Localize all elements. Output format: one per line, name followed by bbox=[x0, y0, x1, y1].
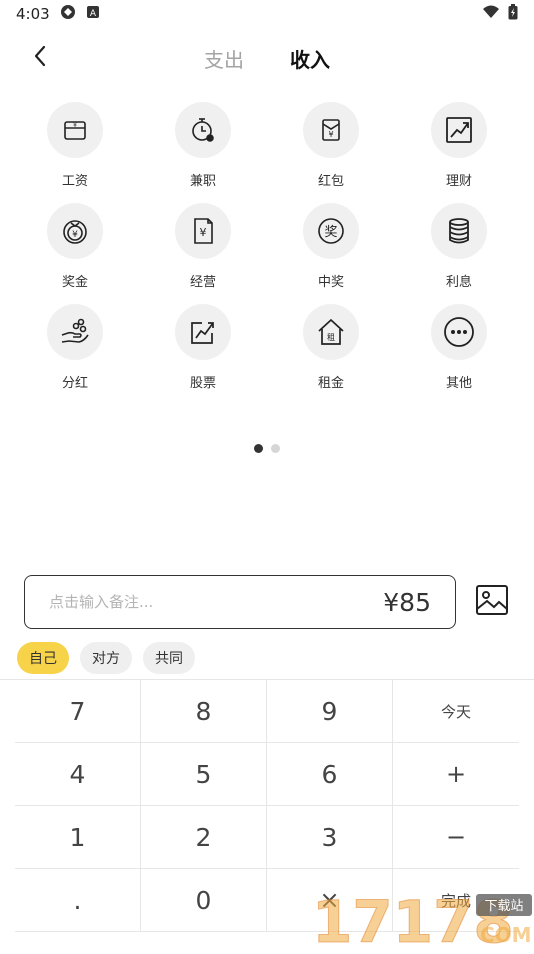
category-item-rent[interactable]: 租 租金 bbox=[267, 304, 395, 405]
coin-stack-icon bbox=[431, 203, 487, 259]
category-label: 兼职 bbox=[189, 174, 216, 189]
key-today[interactable]: 今天 bbox=[393, 680, 519, 743]
svg-text:¥: ¥ bbox=[73, 122, 77, 129]
key-minus[interactable]: − bbox=[393, 806, 519, 869]
key-3[interactable]: 3 bbox=[267, 806, 393, 869]
wallet-icon: ¥ bbox=[47, 102, 103, 158]
key-delete[interactable]: × bbox=[267, 869, 393, 932]
page-dot[interactable] bbox=[271, 444, 280, 453]
category-label: 其他 bbox=[445, 376, 472, 391]
key-4[interactable]: 4 bbox=[15, 743, 141, 806]
page-indicator bbox=[0, 444, 534, 453]
category-grid: ¥ 工资 兼职 ¥ 红包 理财 ¥ 奖金 ¥ 经营 奖 中奖 利息 分红 股票 … bbox=[11, 102, 523, 405]
category-label: 租金 bbox=[317, 376, 344, 391]
battery-icon bbox=[508, 4, 518, 24]
image-icon bbox=[475, 584, 509, 620]
category-label: 奖金 bbox=[61, 275, 88, 290]
category-item-dividend[interactable]: 分红 bbox=[11, 304, 139, 405]
key-5[interactable]: 5 bbox=[141, 743, 267, 806]
svg-text:¥: ¥ bbox=[200, 226, 207, 239]
key-done[interactable]: 完成 bbox=[393, 869, 519, 932]
note-amount-box: ¥85 bbox=[24, 575, 456, 629]
category-item-stocks[interactable]: 股票 bbox=[139, 304, 267, 405]
category-label: 经营 bbox=[189, 275, 216, 290]
key-8[interactable]: 8 bbox=[141, 680, 267, 743]
type-tabs: 支出 收入 bbox=[0, 44, 534, 73]
stopwatch-icon bbox=[175, 102, 231, 158]
a-badge-icon: A bbox=[86, 5, 100, 23]
payer-selector: 自己 对方 共同 bbox=[17, 642, 195, 674]
payer-chip-shared[interactable]: 共同 bbox=[143, 642, 195, 674]
more-dots-icon bbox=[431, 304, 487, 360]
amount-display: ¥85 bbox=[383, 587, 431, 617]
svg-text:A: A bbox=[90, 9, 97, 19]
house-rent-icon: 租 bbox=[303, 304, 359, 360]
key-plus[interactable]: + bbox=[393, 743, 519, 806]
status-time: 4:03 bbox=[16, 5, 50, 23]
key-2[interactable]: 2 bbox=[141, 806, 267, 869]
trend-up-icon bbox=[431, 102, 487, 158]
header: 支出 收入 bbox=[0, 36, 534, 80]
page-dot-active[interactable] bbox=[254, 444, 263, 453]
category-label: 分红 bbox=[61, 376, 88, 391]
key-9[interactable]: 9 bbox=[267, 680, 393, 743]
hand-coins-icon bbox=[47, 304, 103, 360]
note-input[interactable] bbox=[49, 593, 309, 611]
receipt-icon: ¥ bbox=[175, 203, 231, 259]
category-label: 中奖 bbox=[317, 275, 344, 290]
key-1[interactable]: 1 bbox=[15, 806, 141, 869]
category-item-other[interactable]: 其他 bbox=[395, 304, 523, 405]
key-6[interactable]: 6 bbox=[267, 743, 393, 806]
payer-chip-self[interactable]: 自己 bbox=[17, 642, 69, 674]
number-keypad: 7 8 9 今天 4 5 6 + 1 2 3 − . 0 × 完成 bbox=[0, 679, 534, 950]
category-item-finance[interactable]: 理财 bbox=[395, 102, 523, 203]
category-label: 利息 bbox=[445, 275, 472, 290]
wifi-icon bbox=[482, 5, 500, 23]
payer-chip-other[interactable]: 对方 bbox=[80, 642, 132, 674]
category-label: 理财 bbox=[445, 174, 472, 189]
svg-text:奖: 奖 bbox=[324, 225, 337, 240]
sync-icon bbox=[60, 4, 76, 24]
category-label: 红包 bbox=[317, 174, 344, 189]
key-dot[interactable]: . bbox=[15, 869, 141, 932]
status-bar: 4:03 A bbox=[0, 0, 534, 28]
category-label: 工资 bbox=[61, 174, 88, 189]
category-item-interest[interactable]: 利息 bbox=[395, 203, 523, 304]
key-0[interactable]: 0 bbox=[141, 869, 267, 932]
category-item-bonus[interactable]: ¥ 奖金 bbox=[11, 203, 139, 304]
category-item-prize[interactable]: 奖 中奖 bbox=[267, 203, 395, 304]
category-item-red-envelope[interactable]: ¥ 红包 bbox=[267, 102, 395, 203]
category-label: 股票 bbox=[189, 376, 216, 391]
prize-icon: 奖 bbox=[303, 203, 359, 259]
tab-income[interactable]: 收入 bbox=[290, 44, 330, 73]
category-item-salary[interactable]: ¥ 工资 bbox=[11, 102, 139, 203]
category-item-parttime[interactable]: 兼职 bbox=[139, 102, 267, 203]
svg-text:租: 租 bbox=[327, 333, 335, 342]
money-bag-icon: ¥ bbox=[47, 203, 103, 259]
red-envelope-icon: ¥ bbox=[303, 102, 359, 158]
category-item-business[interactable]: ¥ 经营 bbox=[139, 203, 267, 304]
stock-chart-icon bbox=[175, 304, 231, 360]
svg-text:¥: ¥ bbox=[328, 130, 333, 139]
tab-expense[interactable]: 支出 bbox=[204, 44, 244, 73]
key-7[interactable]: 7 bbox=[15, 680, 141, 743]
add-image-button[interactable] bbox=[472, 583, 512, 621]
svg-text:¥: ¥ bbox=[72, 230, 78, 240]
